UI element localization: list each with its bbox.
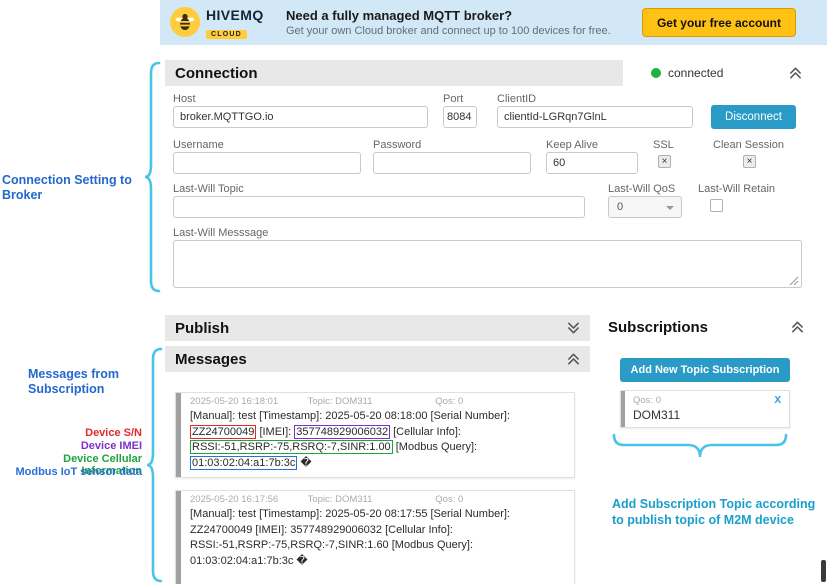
message-body: [Manual]: test [Timestamp]: 2025-05-20 0…: [190, 409, 556, 471]
annotation-modbus-data: Modbus IoT sensor data: [0, 466, 142, 478]
message-text: [Manual]: test [Timestamp]: 2025-05-20 0…: [190, 410, 510, 422]
chevron-double-up-icon[interactable]: [789, 67, 802, 79]
connection-header: Connection connected: [165, 60, 810, 86]
host-label: Host: [173, 93, 196, 105]
page-scrollbar-thumb[interactable]: [821, 560, 826, 582]
password-input[interactable]: [373, 152, 531, 174]
clean-session-label: Clean Session: [713, 139, 784, 151]
connection-annotation-brace: [142, 61, 162, 293]
annotation-device-sn: Device S/N: [0, 427, 142, 439]
messages-title: Messages: [175, 351, 247, 368]
connection-status-area: connected: [623, 60, 810, 86]
message-text: �: [297, 457, 311, 469]
hivemq-logo: [170, 7, 200, 37]
connection-status: connected: [668, 66, 723, 80]
subscription-accent-bar: [621, 391, 625, 427]
lastwill-qos-label: Last-Will QoS: [608, 183, 675, 195]
hivemq-banner: HIVEMQ CLOUD Need a fully managed MQTT b…: [160, 0, 827, 45]
lastwill-retain-checkbox[interactable]: [710, 199, 723, 212]
clean-session-checkbox[interactable]: ×: [743, 155, 756, 168]
message-qos: Qos: 0: [435, 396, 463, 407]
chevron-double-up-icon[interactable]: [567, 353, 580, 365]
lastwill-qos-select[interactable]: 0: [608, 196, 682, 218]
annotation-messages-label: Messages from Subscription: [28, 367, 128, 397]
username-label: Username: [173, 139, 224, 151]
add-new-topic-subscription-button[interactable]: Add New Topic Subscription: [620, 358, 790, 382]
page: HIVEMQ CLOUD Need a fully managed MQTT b…: [0, 0, 827, 584]
annotation-device-imei: Device IMEI: [0, 440, 142, 452]
bee-icon: [175, 12, 195, 32]
ssl-checkbox[interactable]: ×: [658, 155, 671, 168]
port-label: Port: [443, 93, 463, 105]
get-free-account-button[interactable]: Get your free account: [642, 8, 796, 37]
annotation-connection-label: Connection Setting to Broker: [2, 173, 140, 203]
keepalive-input[interactable]: [546, 152, 638, 174]
message-topic: Topic: DOM311: [308, 494, 433, 505]
messages-annotation-brace: [144, 347, 164, 583]
port-input[interactable]: [443, 106, 477, 128]
modbus-query-highlight: 01:03:02:04:a1:7b:3c: [190, 456, 297, 470]
chevron-double-down-icon[interactable]: [567, 322, 580, 334]
imei-highlight: 357748929006032: [294, 425, 390, 439]
banner-headline: Need a fully managed MQTT broker?: [286, 8, 512, 23]
disconnect-button[interactable]: Disconnect: [711, 105, 796, 129]
subscriptions-title: Subscriptions: [608, 319, 708, 336]
message-accent-bar: [176, 491, 181, 584]
connection-title: Connection: [175, 65, 258, 82]
lastwill-topic-label: Last-Will Topic: [173, 183, 244, 195]
username-input[interactable]: [173, 152, 361, 174]
subscription-annotation-brace: [612, 431, 788, 463]
subscriptions-section-header: Subscriptions: [608, 313, 810, 341]
serial-number-highlight: ZZ24700049: [190, 425, 256, 439]
subscription-qos: Qos: 0: [633, 395, 781, 406]
lastwill-topic-input[interactable]: [173, 196, 585, 218]
message-text: [IMEI]:: [256, 426, 294, 438]
keepalive-label: Keep Alive: [546, 139, 598, 151]
connection-titlebar: Connection: [165, 60, 623, 86]
subscription-item: Qos: 0 DOM311 X: [620, 390, 790, 428]
subscription-topic: DOM311: [633, 408, 781, 422]
status-indicator-dot: [651, 68, 661, 78]
publish-section: Publish: [165, 315, 590, 341]
message-body: [Manual]: test [Timestamp]: 2025-05-20 0…: [190, 507, 556, 569]
message-text: [Cellular Info]:: [390, 426, 461, 438]
connection-section: Connection connected Host Port ClientID …: [165, 60, 810, 295]
messages-section-header: Messages: [165, 346, 590, 372]
message-qos: Qos: 0: [435, 494, 463, 505]
password-label: Password: [373, 139, 421, 151]
message-meta: 2025-05-20 16:18:01 Topic: DOM311 Qos: 0: [190, 396, 556, 407]
lastwill-retain-label: Last-Will Retain: [698, 183, 775, 195]
message-topic: Topic: DOM311: [308, 396, 433, 407]
lastwill-qos-value: 0: [617, 201, 623, 213]
banner-subline: Get your own Cloud broker and connect up…: [286, 25, 611, 37]
cellular-info-highlight: RSSI:-51,RSRP:-75,RSRQ:-7,SINR:1.00: [190, 440, 393, 454]
message-text: [Modbus Query]:: [393, 441, 477, 453]
annotation-subscription-note: Add Subscription Topic according to publ…: [612, 496, 817, 528]
lastwill-message-label: Last-Will Messsage: [173, 227, 268, 239]
chevron-down-icon: [666, 206, 674, 210]
host-input[interactable]: [173, 106, 428, 128]
brand-block: HIVEMQ CLOUD: [206, 7, 264, 41]
brand-name: HIVEMQ: [206, 7, 264, 23]
clientid-input[interactable]: [497, 106, 693, 128]
ssl-label: SSL: [653, 139, 674, 151]
message-meta: 2025-05-20 16:17:56 Topic: DOM311 Qos: 0: [190, 494, 556, 505]
message-accent-bar: [176, 393, 181, 477]
message-timestamp: 2025-05-20 16:18:01: [190, 396, 305, 407]
clientid-label: ClientID: [497, 93, 536, 105]
message-card: 2025-05-20 16:18:01 Topic: DOM311 Qos: 0…: [175, 392, 575, 478]
message-card: 2025-05-20 16:17:56 Topic: DOM311 Qos: 0…: [175, 490, 575, 584]
brand-sub-badge: CLOUD: [206, 30, 247, 39]
publish-title: Publish: [175, 320, 229, 337]
chevron-double-up-icon[interactable]: [791, 321, 804, 333]
lastwill-message-textarea[interactable]: [173, 240, 802, 288]
message-timestamp: 2025-05-20 16:17:56: [190, 494, 305, 505]
subscription-remove-button[interactable]: X: [774, 395, 781, 406]
